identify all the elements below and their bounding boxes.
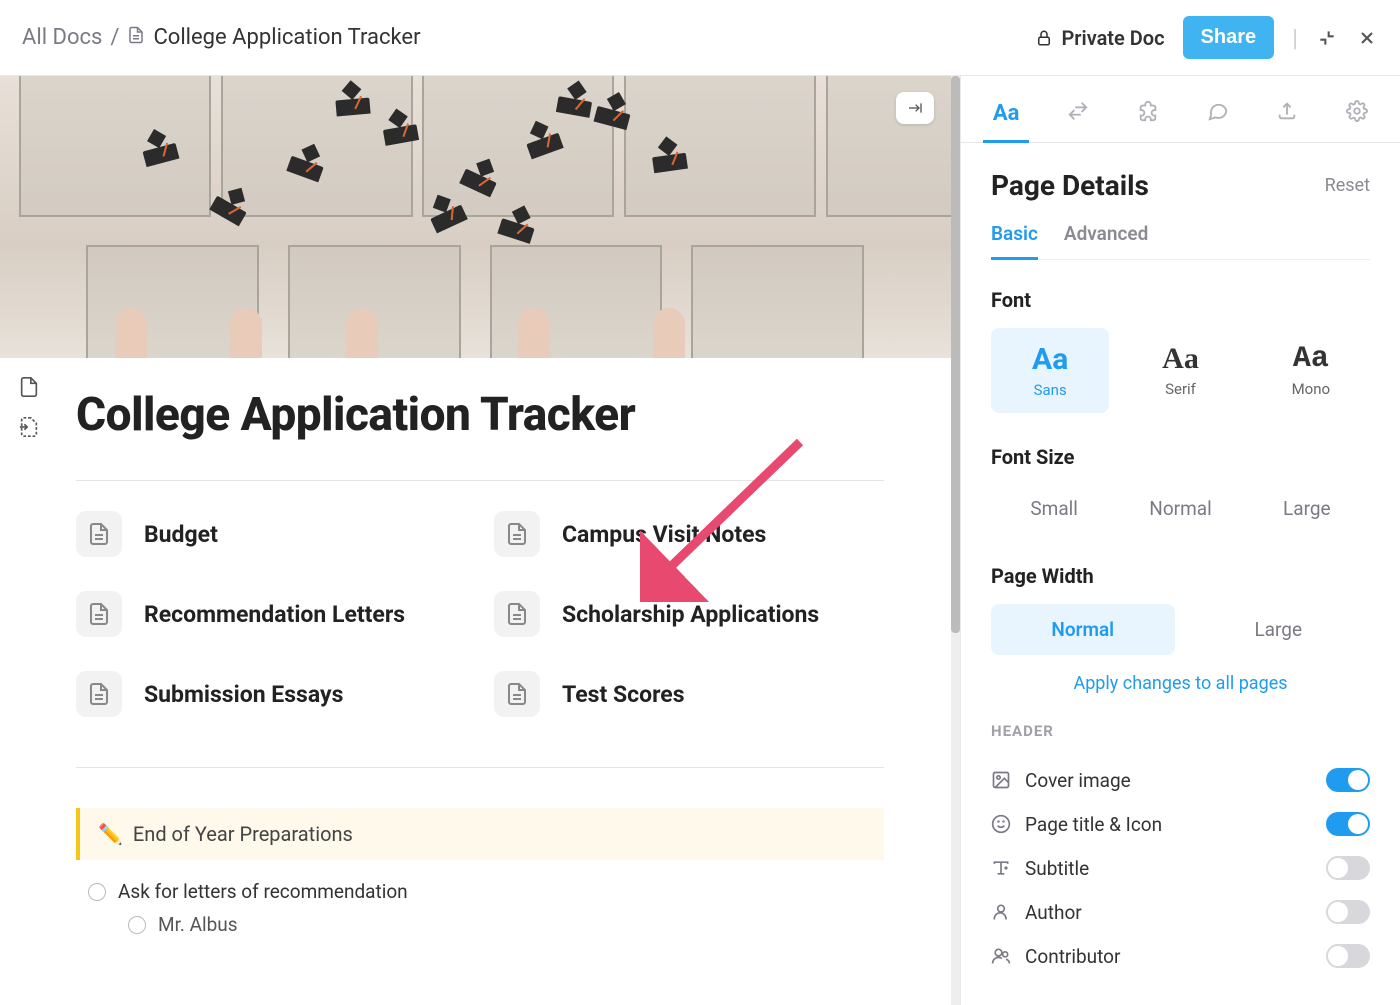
toggle-author[interactable] xyxy=(1326,900,1370,924)
subpage-label: Scholarship Applications xyxy=(562,601,819,628)
subpage-label: Recommendation Letters xyxy=(144,601,405,628)
font-size-section-label: Font Size xyxy=(991,445,1370,469)
toggle-cover-image[interactable] xyxy=(1326,768,1370,792)
panel-tab-comments[interactable] xyxy=(1193,90,1243,142)
apply-all-pages-link[interactable]: Apply changes to all pages xyxy=(991,673,1370,694)
user-icon xyxy=(991,902,1011,922)
font-option-sans[interactable]: Aa Sans xyxy=(991,328,1109,413)
font-preview: Aa xyxy=(1127,342,1233,376)
font-name: Serif xyxy=(1127,380,1233,398)
panel-tabs: Aa xyxy=(961,76,1400,143)
subpage-submission[interactable]: Submission Essays xyxy=(76,671,466,717)
breadcrumb: All Docs / College Application Tracker xyxy=(22,25,421,50)
breadcrumb-root[interactable]: All Docs xyxy=(22,25,102,50)
share-button[interactable]: Share xyxy=(1183,16,1275,59)
checklist-sublabel: Mr. Albus xyxy=(158,913,238,936)
subpage-label: Test Scores xyxy=(562,681,685,708)
doc-icon xyxy=(494,591,540,637)
subpage-label: Budget xyxy=(144,521,218,548)
collapse-panel-button[interactable] xyxy=(896,92,934,124)
header-subtitle-label: Subtitle xyxy=(1025,857,1089,880)
doc-icon xyxy=(76,511,122,557)
font-preview: Aa xyxy=(997,342,1103,377)
page-title[interactable]: College Application Tracker xyxy=(76,388,884,442)
header-contributor-label: Contributor xyxy=(1025,945,1120,968)
font-name: Mono xyxy=(1258,380,1364,398)
header-author-label: Author xyxy=(1025,901,1082,924)
font-option-mono[interactable]: Aa Mono xyxy=(1252,328,1370,413)
header-title-icon-label: Page title & Icon xyxy=(1025,813,1162,836)
size-option-small[interactable]: Small xyxy=(991,485,1117,532)
image-icon xyxy=(991,770,1011,790)
smile-icon xyxy=(991,814,1011,834)
cover-image[interactable] xyxy=(0,76,960,358)
topbar: All Docs / College Application Tracker P… xyxy=(0,0,1400,76)
subpage-budget[interactable]: Budget xyxy=(76,511,466,557)
divider xyxy=(76,480,884,481)
panel-tab-relations[interactable] xyxy=(1053,90,1103,142)
private-doc-status[interactable]: Private Doc xyxy=(1035,26,1164,50)
doc-icon xyxy=(494,671,540,717)
panel-tab-export[interactable] xyxy=(1262,90,1312,142)
separator: | xyxy=(1292,24,1298,52)
reset-button[interactable]: Reset xyxy=(1325,175,1370,196)
pencil-icon: ✏️ xyxy=(98,822,123,846)
toggle-title-icon[interactable] xyxy=(1326,812,1370,836)
checkbox-icon[interactable] xyxy=(128,916,146,934)
font-option-serif[interactable]: Aa Serif xyxy=(1121,328,1239,413)
panel-tab-plugin[interactable] xyxy=(1123,90,1173,142)
subpages-grid: Budget Campus Visit Notes Recommendation… xyxy=(76,511,884,717)
text-icon xyxy=(991,858,1011,878)
page-width-section-label: Page Width xyxy=(991,564,1370,588)
subpage-label: Submission Essays xyxy=(144,681,343,708)
callout-box[interactable]: ✏️ End of Year Preparations xyxy=(76,808,884,860)
scrollbar[interactable] xyxy=(951,76,960,1005)
doc-icon xyxy=(76,591,122,637)
private-doc-label: Private Doc xyxy=(1061,26,1164,50)
width-option-normal[interactable]: Normal xyxy=(991,604,1175,655)
doc-icon xyxy=(76,671,122,717)
sub-tab-advanced[interactable]: Advanced xyxy=(1064,222,1148,259)
page-settings-icon[interactable] xyxy=(16,374,42,400)
panel-tab-text[interactable]: Aa xyxy=(979,91,1034,142)
add-page-icon[interactable] xyxy=(16,414,42,440)
subpage-scholarship[interactable]: Scholarship Applications xyxy=(494,591,884,637)
font-section-label: Font xyxy=(991,288,1370,312)
sub-tab-basic[interactable]: Basic xyxy=(991,222,1038,259)
subpage-test-scores[interactable]: Test Scores xyxy=(494,671,884,717)
users-icon xyxy=(991,946,1011,966)
panel-tab-settings[interactable] xyxy=(1332,90,1382,142)
callout-text: End of Year Preparations xyxy=(133,822,353,846)
close-icon[interactable] xyxy=(1356,27,1378,49)
toggle-subtitle[interactable] xyxy=(1326,856,1370,880)
panel-title: Page Details xyxy=(991,169,1149,202)
subpage-campus-visit[interactable]: Campus Visit Notes xyxy=(494,511,884,557)
subpage-recommendation[interactable]: Recommendation Letters xyxy=(76,591,466,637)
collapse-icon[interactable] xyxy=(1316,27,1338,49)
doc-icon xyxy=(127,25,145,50)
main-content: College Application Tracker Budget Campu… xyxy=(0,76,960,1005)
font-preview: Aa xyxy=(1258,342,1364,376)
size-option-normal[interactable]: Normal xyxy=(1117,485,1243,532)
subpage-label: Campus Visit Notes xyxy=(562,521,766,548)
checklist-item[interactable]: Ask for letters of recommendation xyxy=(76,876,884,907)
width-option-large[interactable]: Large xyxy=(1187,604,1371,655)
header-section-label: HEADER xyxy=(991,722,1370,740)
checkbox-icon[interactable] xyxy=(88,883,106,901)
page-details-panel: Aa Page Details Reset Basic Advanced Fon… xyxy=(960,76,1400,1005)
breadcrumb-sep: / xyxy=(110,25,119,50)
header-cover-label: Cover image xyxy=(1025,769,1131,792)
doc-icon xyxy=(494,511,540,557)
size-option-large[interactable]: Large xyxy=(1244,485,1370,532)
toggle-contributor[interactable] xyxy=(1326,944,1370,968)
checklist-label: Ask for letters of recommendation xyxy=(118,880,408,903)
font-name: Sans xyxy=(997,381,1103,399)
breadcrumb-title[interactable]: College Application Tracker xyxy=(153,25,420,50)
checklist-subitem[interactable]: Mr. Albus xyxy=(76,913,884,936)
